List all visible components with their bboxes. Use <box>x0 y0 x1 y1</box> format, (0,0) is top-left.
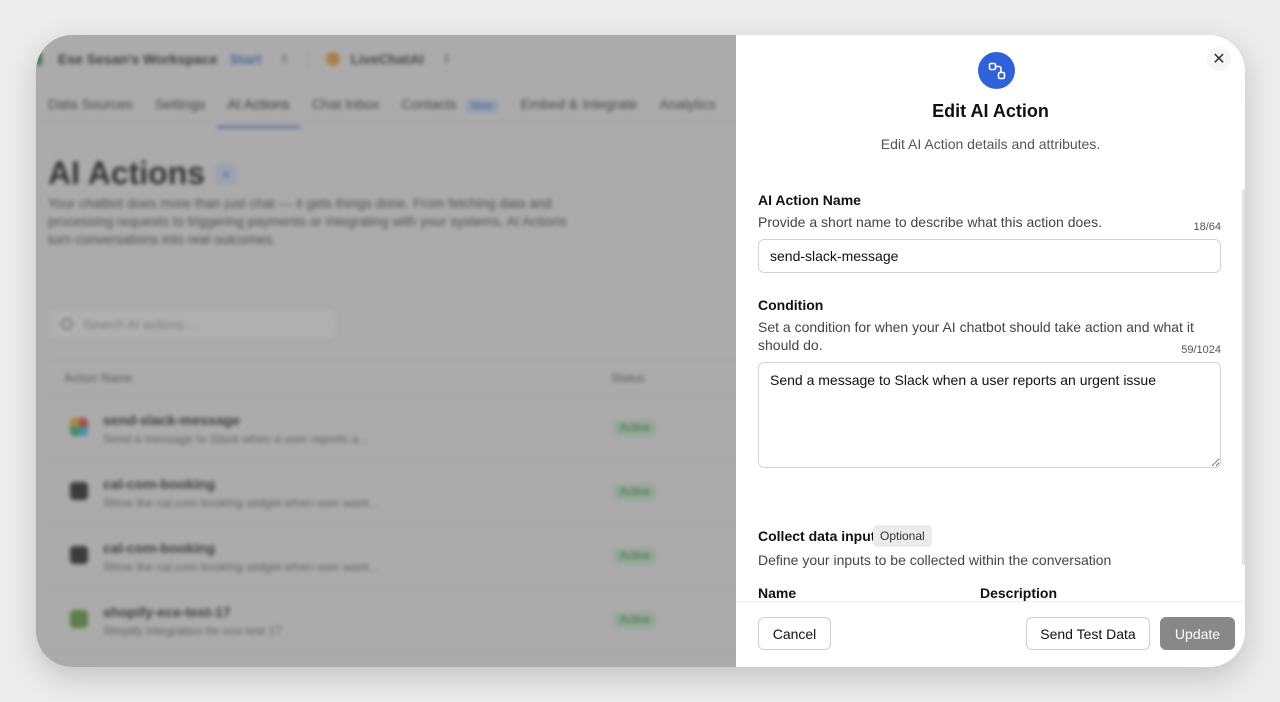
condition-field-label: Condition <box>758 297 824 313</box>
name-field-label: AI Action Name <box>758 192 861 208</box>
scrollbar[interactable] <box>1242 189 1245 565</box>
cancel-button[interactable]: Cancel <box>758 617 831 650</box>
form-scroll-area[interactable]: AI Action Name Provide a short name to d… <box>736 185 1245 601</box>
collect-data-help: Define your inputs to be collected withi… <box>758 552 1112 568</box>
panel-footer: Cancel Send Test Data Update <box>736 601 1245 667</box>
update-button[interactable]: Update <box>1160 617 1235 650</box>
condition-textarea[interactable]: Send a message to Slack when a user repo… <box>758 362 1221 468</box>
condition-field-help: Set a condition for when your AI chatbot… <box>758 319 1194 353</box>
column-description: Description <box>980 585 1058 601</box>
optional-badge: Optional <box>873 525 932 547</box>
panel-subtitle: Edit AI Action details and attributes. <box>880 136 1101 152</box>
edit-ai-action-panel: ✕ Edit AI Action Edit AI Action details … <box>736 35 1245 667</box>
condition-char-count: 59/1024 <box>1181 344 1221 356</box>
close-icon[interactable]: ✕ <box>1207 47 1231 71</box>
action-name-input[interactable] <box>758 239 1221 273</box>
ai-action-icon <box>978 52 1015 89</box>
send-test-data-button[interactable]: Send Test Data <box>1026 617 1150 650</box>
panel-title: Edit AI Action <box>932 101 1049 121</box>
app-window: Ese Sesan's Workspace Start ⇕ LiveChatAI… <box>36 35 1245 667</box>
name-field-help: Provide a short name to describe what th… <box>758 214 1102 230</box>
column-name: Name <box>758 585 797 601</box>
name-char-count: 18/64 <box>1193 221 1221 233</box>
collect-data-label: Collect data input <box>758 528 876 544</box>
